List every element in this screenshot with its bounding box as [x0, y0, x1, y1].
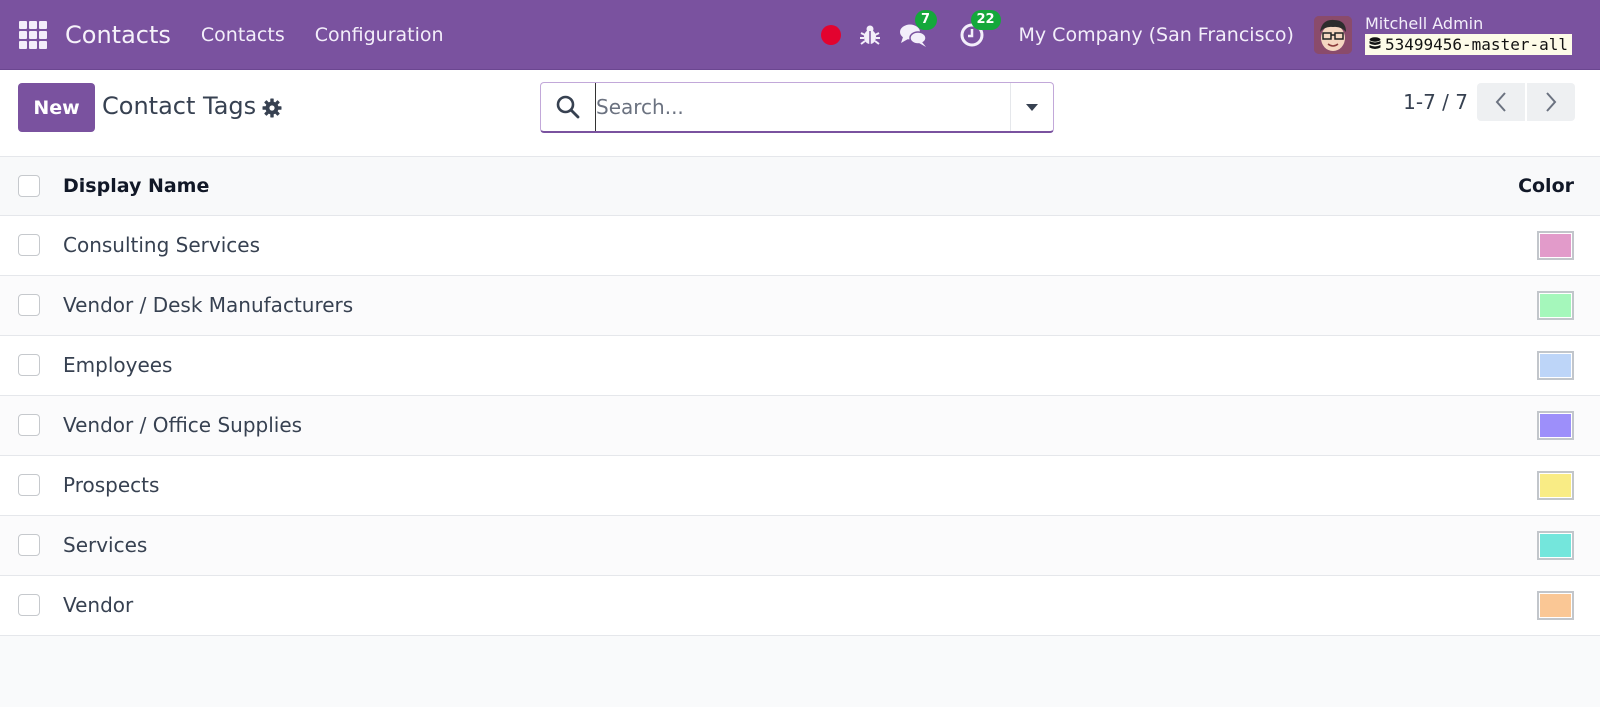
select-all-checkbox[interactable]	[18, 174, 40, 197]
search-icon	[555, 94, 581, 120]
user-menu[interactable]: Mitchell Admin 53499456-master-all	[1364, 13, 1572, 55]
color-swatch[interactable]	[1537, 290, 1574, 320]
activity-clock-icon[interactable]: 22	[959, 9, 1001, 48]
tag-color-cell	[1261, 515, 1600, 576]
menu-item-configuration[interactable]: Configuration	[315, 24, 444, 46]
table-row[interactable]: Vendor	[0, 575, 1600, 636]
search-bar	[540, 82, 1054, 133]
table-header-row: Display Name Color	[0, 157, 1600, 216]
color-swatch[interactable]	[1537, 350, 1574, 380]
control-panel: New Contact Tags Search... 1-7 / 7	[0, 70, 1600, 157]
recording-dot-icon[interactable]	[820, 24, 841, 45]
table-body: Consulting Services Vendor / Desk Manufac…	[0, 215, 1600, 636]
table-row[interactable]: Vendor / Office Supplies	[0, 395, 1600, 456]
page-title: Contact Tags	[102, 92, 257, 120]
new-button[interactable]: New	[18, 83, 95, 132]
bug-icon[interactable]	[859, 24, 881, 46]
color-swatch[interactable]	[1537, 230, 1574, 260]
row-checkbox[interactable]	[18, 414, 40, 436]
row-checkbox[interactable]	[18, 294, 40, 316]
chevron-right-icon	[1546, 92, 1557, 112]
tag-color-cell	[1261, 335, 1600, 396]
tag-color-cell	[1261, 215, 1600, 276]
search-options-toggle[interactable]	[1010, 83, 1053, 131]
color-swatch[interactable]	[1537, 470, 1574, 500]
tag-color-cell	[1261, 395, 1600, 456]
caret-down-icon	[1026, 103, 1038, 111]
user-avatar[interactable]	[1313, 15, 1352, 54]
row-checkbox[interactable]	[18, 474, 40, 496]
table-row[interactable]: Vendor / Desk Manufacturers	[0, 275, 1600, 336]
tag-color-cell	[1261, 275, 1600, 336]
company-switcher[interactable]: My Company (San Francisco)	[1019, 24, 1294, 46]
pager-value[interactable]: 1-7 / 7	[1403, 90, 1468, 114]
row-checkbox[interactable]	[18, 234, 40, 256]
column-header-color[interactable]: Color	[1261, 157, 1600, 216]
color-swatch[interactable]	[1537, 590, 1574, 620]
navbar-systray: 7 22 My Company (San Francisco) Mitchell…	[820, 0, 1600, 69]
app-brand[interactable]: Contacts	[65, 21, 171, 49]
tag-name[interactable]: Employees	[63, 335, 1262, 396]
row-select-cell	[0, 395, 63, 456]
select-all-cell	[0, 157, 63, 216]
row-checkbox[interactable]	[18, 594, 40, 616]
row-checkbox[interactable]	[18, 354, 40, 376]
table-row[interactable]: Services	[0, 515, 1600, 576]
color-swatch[interactable]	[1537, 530, 1574, 560]
database-name: 53499456-master-all	[1384, 34, 1568, 54]
pager-buttons	[1477, 83, 1575, 121]
tag-name[interactable]: Consulting Services	[63, 215, 1262, 276]
tag-color-cell	[1261, 575, 1600, 636]
chevron-left-icon	[1495, 92, 1506, 112]
gear-icon[interactable]	[262, 98, 282, 118]
row-checkbox[interactable]	[18, 534, 40, 556]
tag-name[interactable]: Vendor / Desk Manufacturers	[63, 275, 1262, 336]
chat-icon[interactable]: 7	[899, 9, 937, 48]
pager-previous-button[interactable]	[1477, 83, 1525, 121]
tag-name[interactable]: Vendor	[63, 575, 1262, 636]
apps-grid-icon[interactable]	[19, 20, 47, 49]
row-select-cell	[0, 455, 63, 516]
row-select-cell	[0, 275, 63, 336]
row-select-cell	[0, 335, 63, 396]
table-row[interactable]: Prospects	[0, 455, 1600, 516]
tag-color-cell	[1261, 455, 1600, 516]
database-icon	[1369, 37, 1381, 49]
activities-count-badge: 22	[970, 9, 1001, 30]
table-row[interactable]: Employees	[0, 335, 1600, 396]
menu-item-contacts[interactable]: Contacts	[201, 24, 285, 46]
table-row[interactable]: Consulting Services	[0, 215, 1600, 276]
row-select-cell	[0, 515, 63, 576]
messages-count-badge: 7	[914, 9, 937, 30]
database-badge: 53499456-master-all	[1364, 33, 1572, 55]
top-navbar: Contacts Contacts Configuration 7 22 My …	[0, 0, 1600, 70]
tag-name[interactable]: Prospects	[63, 455, 1262, 516]
tag-name[interactable]: Vendor / Office Supplies	[63, 395, 1262, 456]
user-name: Mitchell Admin	[1364, 13, 1484, 33]
pager-next-button[interactable]	[1527, 83, 1575, 121]
color-swatch[interactable]	[1537, 410, 1574, 440]
contact-tags-table: Display Name Color Consulting Services Ve…	[0, 157, 1600, 636]
search-input[interactable]	[595, 83, 1010, 131]
column-header-display-name[interactable]: Display Name	[63, 157, 1262, 216]
tag-name[interactable]: Services	[63, 515, 1262, 576]
row-select-cell	[0, 575, 63, 636]
row-select-cell	[0, 215, 63, 276]
